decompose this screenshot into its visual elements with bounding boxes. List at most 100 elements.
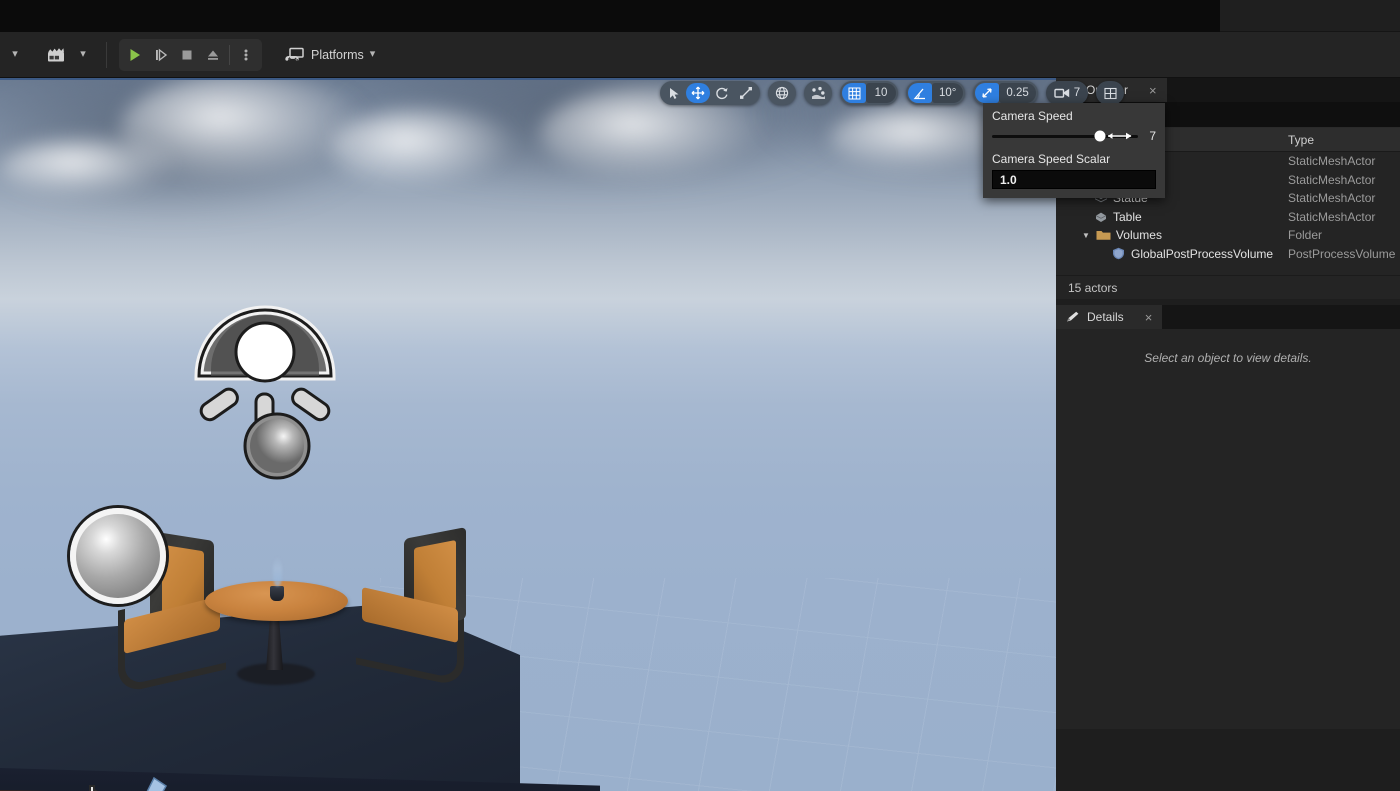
surface-snap-group <box>804 81 832 105</box>
camera-speed-group: 7 <box>1045 81 1089 105</box>
volume-icon <box>1112 247 1126 260</box>
coordinate-system-group <box>768 81 796 105</box>
editor-window: ▾ ▾ Platforms ▾ 10 10° 0.25 7 × Type Sta… <box>0 0 1400 791</box>
scale-snap-group: 0.25 <box>973 81 1038 105</box>
kebab-menu-icon <box>244 47 248 63</box>
platforms-label: Platforms <box>311 47 364 62</box>
stop-icon <box>179 47 195 63</box>
scale-snap-toggle[interactable] <box>975 83 1000 103</box>
grid-snap-value[interactable]: 10 <box>866 83 896 103</box>
camera-speed-slider-row: 7 <box>992 125 1156 147</box>
angle-snap-group: 10° <box>906 81 966 105</box>
row-type-cell: PostProcessVolume <box>1288 246 1396 261</box>
rotate-tool-button[interactable] <box>710 83 734 103</box>
camera-speed-value: 7 <box>1073 87 1081 99</box>
select-tool-button[interactable] <box>662 83 686 103</box>
row-label: GlobalPostProcessVolume <box>1131 246 1274 261</box>
camera-speed-slider[interactable] <box>992 130 1138 142</box>
details-panel-body: Select an object to view details. <box>1056 329 1400 729</box>
cinematics-button[interactable] <box>42 40 70 70</box>
chevron-down-icon: ▾ <box>12 48 18 60</box>
play-icon <box>127 47 143 63</box>
slider-handle[interactable] <box>1094 130 1106 142</box>
move-tool-button[interactable] <box>686 83 710 103</box>
camera-speed-scalar-label: Camera Speed Scalar <box>992 152 1111 166</box>
row-name-cell: Table <box>1056 210 1280 224</box>
level-viewport[interactable] <box>0 78 1056 791</box>
details-empty-message: Select an object to view details. <box>1144 351 1312 365</box>
viewport-toolbar: 10 10° 0.25 7 <box>660 81 1125 105</box>
player-start-sprite[interactable] <box>82 772 192 791</box>
actor-count-status: 15 actors <box>1056 275 1400 299</box>
row-type-cell: StaticMeshActor <box>1288 172 1376 187</box>
row-type-cell: Folder <box>1288 228 1323 243</box>
details-tabbar: Details × <box>1056 305 1400 329</box>
surface-snap-icon-button[interactable] <box>806 83 830 103</box>
table-row[interactable]: GlobalPostProcessVolume PostProcessVolum… <box>1056 245 1400 264</box>
grid-snap-toggle[interactable] <box>842 83 866 103</box>
history-dropdown-button[interactable]: ▾ <box>2 40 28 70</box>
candle-mesh <box>270 586 284 601</box>
viewport-layout-button[interactable] <box>1098 83 1122 103</box>
tab-details[interactable]: Details × <box>1056 305 1163 329</box>
cloud <box>330 108 520 188</box>
point-light-sprite[interactable] <box>185 274 345 480</box>
platforms-button[interactable]: Platforms ▾ <box>276 39 384 71</box>
angle-snap-value[interactable]: 10° <box>932 83 964 103</box>
row-name-cell: GlobalPostProcessVolume <box>1056 247 1280 261</box>
chevron-down-icon: ▾ <box>80 48 86 60</box>
step-icon <box>153 47 169 63</box>
play-controls-group <box>119 38 262 71</box>
viewport-layout-group <box>1096 81 1125 105</box>
close-icon[interactable]: × <box>1145 310 1153 325</box>
reflection-capture-sprite[interactable] <box>70 508 166 604</box>
expand-arrow-icon[interactable]: ▼ <box>1082 231 1090 240</box>
platforms-icon <box>285 47 305 63</box>
scale-snap-value[interactable]: 0.25 <box>999 83 1036 103</box>
scale-tool-button[interactable] <box>734 83 758 103</box>
row-type-cell: StaticMeshActor <box>1288 209 1376 224</box>
row-name-cell: ▼ Volumes <box>1056 228 1280 242</box>
row-type-cell: StaticMeshActor <box>1288 191 1376 206</box>
viewport-focus-border <box>0 78 1056 80</box>
column-header-type[interactable]: Type <box>1280 133 1400 147</box>
transform-tools-group <box>660 81 760 105</box>
top-strip-right-region <box>1220 0 1400 32</box>
column-header-type-label: Type <box>1288 132 1315 147</box>
history-group: ▾ ▾ <box>0 32 96 77</box>
top-strip <box>0 0 1400 32</box>
tab-details-label: Details <box>1087 310 1124 324</box>
details-icon <box>1066 311 1080 323</box>
cinematics-dropdown-button[interactable]: ▾ <box>70 40 96 70</box>
main-toolbar: ▾ ▾ Platforms ▾ <box>0 32 1400 78</box>
stop-button[interactable] <box>174 42 200 68</box>
candle-flame-effect <box>273 556 282 586</box>
outliner-list-filler <box>1056 263 1400 275</box>
close-icon[interactable]: × <box>1149 83 1157 98</box>
camera-speed-number: 7 <box>1149 129 1156 143</box>
row-label: Volumes <box>1115 228 1162 243</box>
step-button[interactable] <box>148 42 174 68</box>
row-label: Table <box>1113 209 1142 224</box>
clapperboard-icon <box>46 47 66 63</box>
grid-snap-group: 10 <box>840 81 898 105</box>
row-type-cell: StaticMeshActor <box>1288 154 1376 169</box>
static-mesh-icon <box>1094 211 1108 223</box>
folder-icon <box>1096 229 1111 241</box>
play-cluster-divider <box>229 44 230 65</box>
play-button[interactable] <box>122 42 148 68</box>
table-row[interactable]: ▼ Volumes Folder <box>1056 226 1400 245</box>
chevron-down-icon: ▾ <box>369 48 376 60</box>
camera-speed-popup: Camera Speed 7 Camera Speed Scalar 1.0 <box>983 103 1165 198</box>
drag-cursor-icon <box>1107 131 1133 142</box>
globe-icon-button[interactable] <box>770 83 794 103</box>
eject-button[interactable] <box>200 42 226 68</box>
camera-speed-button[interactable]: 7 <box>1048 83 1086 103</box>
camera-speed-label: Camera Speed <box>992 109 1073 123</box>
cloud <box>0 138 180 198</box>
camera-speed-scalar-input[interactable]: 1.0 <box>992 170 1156 189</box>
play-more-options-button[interactable] <box>233 42 259 68</box>
table-row[interactable]: Table StaticMeshActor <box>1056 208 1400 227</box>
eject-icon <box>205 47 221 63</box>
angle-snap-toggle[interactable] <box>908 83 932 103</box>
